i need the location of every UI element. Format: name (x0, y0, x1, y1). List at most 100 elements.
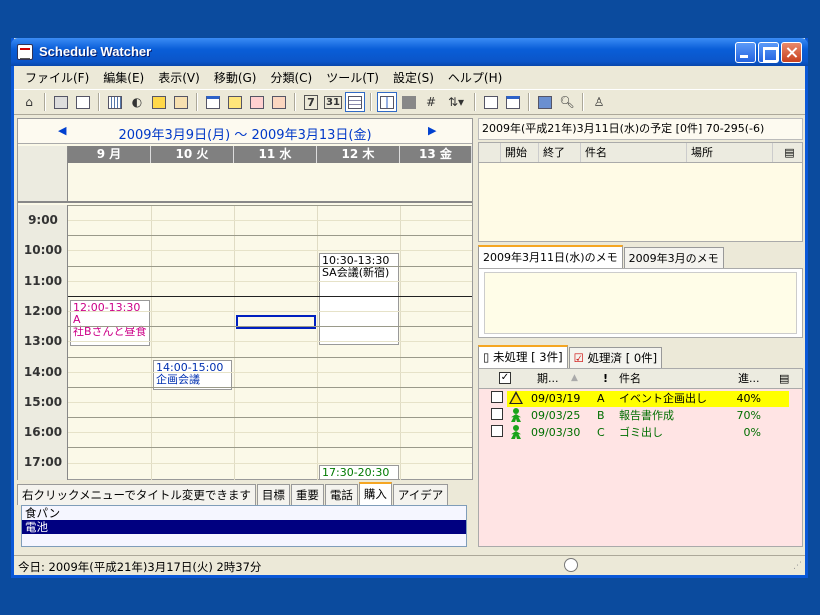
moon-icon[interactable]: ◐ (127, 92, 147, 112)
figure-icon[interactable]: ♙ (589, 92, 609, 112)
home-icon[interactable]: ⌂ (19, 92, 39, 112)
day-memo-tab[interactable]: 2009年3月11日(水)のメモ (478, 245, 623, 268)
day-header[interactable]: 12 木 (317, 146, 400, 163)
title-bar[interactable]: Schedule Watcher (11, 38, 808, 66)
menu-go[interactable]: 移動(G) (207, 69, 264, 86)
col-priority[interactable]: ! (603, 369, 608, 388)
col-name[interactable]: 件名 (619, 369, 641, 388)
menu-category[interactable]: 分類(C) (263, 69, 319, 86)
multi-view-icon[interactable] (345, 92, 365, 112)
next-week-icon[interactable]: ▶ (428, 124, 436, 137)
note-icon[interactable] (149, 92, 169, 112)
event-sa-meeting[interactable]: 10:30-13:30 SA会議(新宿) (319, 253, 399, 345)
date-range: 2009年3月9日(月) ～ 2009年3月13日(金) (118, 128, 372, 143)
schedule-list-header: 開始 終了 件名 場所 ▤ (479, 143, 802, 163)
minimize-button[interactable] (735, 42, 756, 63)
day-header[interactable]: 13 金 (400, 146, 472, 163)
menu-tools[interactable]: ツール(T) (319, 69, 386, 86)
day-header[interactable]: 10 火 (151, 146, 234, 163)
todo-priority: C (597, 426, 605, 439)
memo-col-icon[interactable]: ▤ (779, 369, 789, 388)
single-window-icon[interactable] (503, 92, 523, 112)
col-start[interactable]: 開始 (501, 143, 539, 162)
table-row[interactable]: 09/03/30 C ゴミ出し 0% (479, 425, 801, 442)
split-view-icon[interactable] (377, 92, 397, 112)
list-item[interactable]: 食パン (22, 506, 466, 520)
col-place[interactable]: 場所 (687, 143, 773, 162)
time-label: 13:00 (23, 334, 63, 349)
sort-asc-icon: ▲ (571, 373, 578, 383)
todo-due: 09/03/30 (531, 426, 581, 439)
folder-icon[interactable] (535, 92, 555, 112)
schedule-day-header: 2009年(平成21年)3月11日(水)の予定 [0件] 70-295(-6) (478, 118, 803, 140)
month31-button[interactable]: 31 (323, 92, 343, 112)
day-header[interactable]: 11 水 (234, 146, 317, 163)
gray-box-icon[interactable] (399, 92, 419, 112)
grid-line (68, 205, 472, 206)
menu-help[interactable]: ヘルプ(H) (441, 69, 509, 86)
col-due[interactable]: 期... (537, 369, 559, 388)
memo-list[interactable]: 食パン 電池 (21, 505, 467, 547)
todo-tab-done[interactable]: ☑ 処理済 [ 0件] (568, 347, 663, 368)
todo-window-icon[interactable] (247, 92, 267, 112)
schedule-list[interactable]: 開始 終了 件名 場所 ▤ (478, 142, 803, 242)
todo-checkbox[interactable] (491, 425, 503, 437)
cascade-icon[interactable] (481, 92, 501, 112)
grid-line (68, 280, 472, 282)
select-all-checkbox[interactable]: ✓ (499, 372, 511, 384)
todo-checkbox[interactable] (491, 391, 503, 403)
todo-progress: 70% (736, 409, 761, 422)
memo-col-icon[interactable]: ▤ (773, 143, 802, 162)
day-header[interactable]: 9 月 (68, 146, 151, 163)
time-grid[interactable]: 9:00 10:00 11:00 12:00 13:00 14:00 15:00 16:00 1… (18, 205, 472, 480)
todo-icon[interactable] (171, 92, 191, 112)
memo-window-icon[interactable] (225, 92, 245, 112)
table-row[interactable]: 09/03/25 B 報告書作成 70% (479, 408, 801, 425)
close-button[interactable] (781, 42, 802, 63)
time-label: 11:00 (23, 273, 63, 288)
resize-grip-icon[interactable]: ⋰ (793, 561, 802, 571)
list-item-selected[interactable]: 電池 (22, 520, 466, 534)
day-memo-text[interactable] (484, 272, 797, 334)
sort-dropdown-icon[interactable]: ⇅▾ (443, 92, 469, 112)
window-icon[interactable] (203, 92, 223, 112)
time-column: 9:00 10:00 11:00 12:00 13:00 14:00 15:00 16:00 1… (18, 205, 68, 480)
month-memo-tab[interactable]: 2009年3月のメモ (623, 247, 724, 268)
checklist-icon[interactable] (269, 92, 289, 112)
memo-tab-rename[interactable]: 右クリックメニューでタイトル変更できます (17, 484, 256, 505)
memo-tab-idea[interactable]: アイデア (392, 484, 449, 505)
grid-line (68, 265, 472, 267)
grid-line (68, 311, 472, 313)
event-evening[interactable]: 17:30-20:30 (319, 465, 399, 480)
day-memo-tabs: 2009年3月11日(水)のメモ 2009年3月のメモ (478, 245, 803, 268)
clock-icon[interactable] (564, 558, 578, 572)
event-lunch[interactable]: 12:00-13:30 A 社Bさんと昼食 (70, 300, 150, 346)
menu-view[interactable]: 表示(V) (151, 69, 207, 86)
print-preview-icon[interactable] (73, 92, 93, 112)
memo-tab-important[interactable]: 重要 (290, 484, 324, 505)
calendar-grid-icon[interactable] (105, 92, 125, 112)
col-end[interactable]: 終了 (539, 143, 581, 162)
maximize-button[interactable] (758, 42, 779, 63)
menu-edit[interactable]: 編集(E) (96, 69, 151, 86)
todo-checkbox[interactable] (491, 408, 503, 420)
search-icon[interactable]: 🔍︎ (557, 92, 577, 112)
todo-tab-pending[interactable]: ▯ 未処理 [ 3件] (478, 345, 568, 368)
all-day-area[interactable] (18, 163, 472, 203)
memo-tab-goal[interactable]: 目標 (256, 484, 290, 505)
col-title[interactable]: 件名 (581, 143, 687, 162)
menu-file[interactable]: ファイル(F) (18, 69, 96, 86)
table-row[interactable]: 09/03/19 A イベント企画出し 40% (479, 391, 801, 408)
grid-icon[interactable]: # (421, 92, 441, 112)
week7-button[interactable]: 7 (301, 92, 321, 112)
memo-tab-phone[interactable]: 電話 (324, 484, 358, 505)
grid-line (68, 250, 472, 252)
print-icon[interactable] (51, 92, 71, 112)
event-planning-meeting[interactable]: 14:00-15:00 企画会議 (153, 360, 232, 390)
todo-list[interactable]: ✓ 期... ▲ ! 件名 進... ▤ 09/03/19 A イベント企画出し 40… (478, 368, 803, 547)
todo-due: 09/03/19 (531, 392, 581, 405)
app-icon[interactable] (17, 44, 33, 60)
menu-settings[interactable]: 設定(S) (386, 69, 441, 86)
memo-tab-purchase[interactable]: 購入 (358, 482, 392, 505)
col-progress[interactable]: 進... (738, 369, 760, 388)
